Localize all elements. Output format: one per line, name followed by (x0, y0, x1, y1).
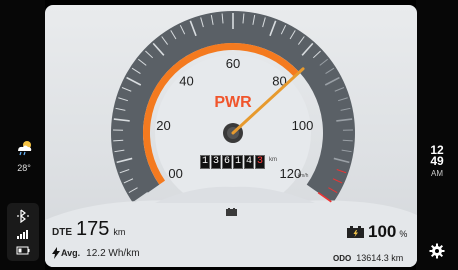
gear-icon[interactable] (429, 243, 445, 259)
gauge-tick (342, 139, 353, 142)
gauge-label: 20 (156, 118, 170, 133)
status-icons (7, 203, 39, 261)
dte-range: DTE 175 km (52, 218, 125, 241)
odo-value: 13614.3 km (356, 253, 404, 263)
dte-label: DTE (52, 227, 72, 238)
odometer-digit: 6 (222, 155, 232, 169)
phone-battery-icon (16, 246, 30, 255)
power-mode-label: PWR (214, 94, 252, 111)
speed-unit: km/h (298, 173, 309, 179)
bluetooth-icon (17, 209, 29, 223)
gauge-label: 00 (168, 166, 182, 181)
dte-value: 175 (76, 218, 110, 240)
gauge-tick (113, 139, 124, 142)
lightning-icon (52, 247, 60, 259)
trip-odometer: 1 3 6 1 4 3 (200, 155, 265, 169)
battery-small-icon (226, 208, 237, 216)
dte-unit: km (113, 227, 126, 237)
clock: 12 49 AM (422, 144, 452, 178)
avg-value: 12.2 Wh/km (86, 247, 140, 259)
average-consumption: Avg. 12.2 Wh/km (52, 247, 140, 259)
odo-label: ODO (333, 254, 352, 263)
clock-ampm: AM (431, 169, 443, 178)
battery-value: 100 (368, 222, 397, 241)
cloud-rain-icon (18, 141, 32, 156)
right-frame (416, 0, 458, 270)
gauge-label: 60 (226, 56, 240, 71)
signal-icon (17, 230, 28, 239)
battery-icon (347, 226, 364, 238)
odometer: ODO 13614.3 km (333, 253, 403, 263)
temperature: 28° (17, 163, 31, 173)
battery-level: 100 % (347, 222, 407, 242)
odometer-digit: 4 (244, 155, 254, 169)
avg-label: Avg. (61, 248, 81, 258)
odometer-digit: 3 (211, 155, 221, 169)
odometer-digit: 1 (233, 155, 243, 169)
weather-widget: 28° (9, 140, 39, 173)
trip-odometer-unit: km (269, 157, 277, 163)
instrument-panel: 00 20 40 60 80 100 120 PWR km/h 1 3 6 1 4 3 km… (45, 5, 417, 267)
gauge-label: 40 (179, 74, 193, 89)
odometer-digit: 3 (255, 155, 265, 169)
gauge-label: 100 (292, 118, 314, 133)
battery-unit: % (399, 229, 408, 239)
clock-minute: 49 (430, 154, 444, 168)
odometer-digit: 1 (200, 155, 210, 169)
